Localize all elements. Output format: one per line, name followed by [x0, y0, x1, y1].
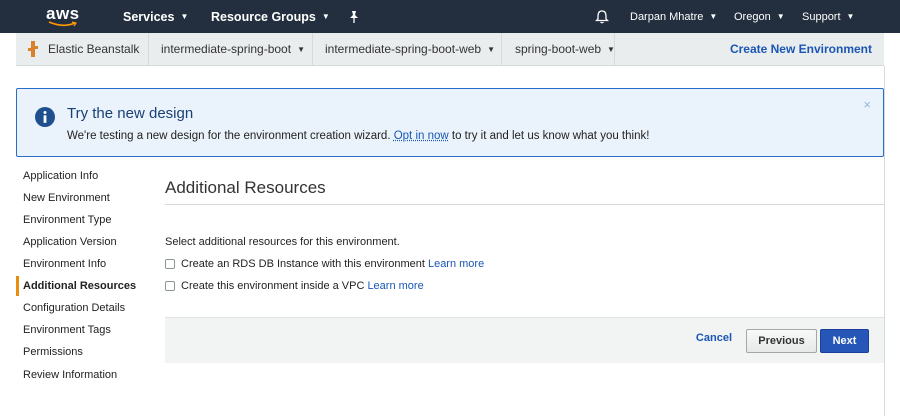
- account-menu[interactable]: Darpan Mhatre ▼: [630, 0, 717, 33]
- vpc-learn-more-link[interactable]: Learn more: [367, 280, 423, 292]
- aws-smile-icon: [48, 21, 77, 27]
- sidebar-item-permissions[interactable]: Permissions: [16, 342, 151, 362]
- vpc-option-label: Create this environment inside a VPC: [181, 280, 365, 292]
- banner-title: Try the new design: [67, 105, 194, 122]
- chevron-down-icon: ▼: [180, 12, 189, 21]
- content-border: [884, 66, 885, 416]
- chevron-down-icon: ▼: [709, 12, 718, 21]
- rds-option-label: Create an RDS DB Instance with this envi…: [181, 258, 425, 270]
- opt-in-link[interactable]: Opt in now: [394, 130, 449, 142]
- rds-learn-more-link[interactable]: Learn more: [428, 258, 484, 270]
- banner-text-before: We're testing a new design for the envir…: [67, 130, 394, 142]
- vpc-option: Create this environment inside a VPC Lea…: [165, 278, 424, 294]
- next-button[interactable]: Next: [820, 329, 869, 353]
- aws-logo[interactable]: aws: [46, 0, 80, 33]
- banner-text-after: to try it and let us know what you think…: [448, 130, 650, 142]
- chevron-down-icon: ▼: [297, 44, 305, 54]
- resource-groups-label: Resource Groups: [211, 9, 316, 24]
- banner-message: We're testing a new design for the envir…: [67, 130, 649, 142]
- cancel-button[interactable]: Cancel: [696, 332, 732, 344]
- chevron-down-icon: ▼: [846, 12, 855, 21]
- chevron-down-icon: ▼: [321, 12, 330, 21]
- sidebar-item-application-version[interactable]: Application Version: [16, 232, 151, 252]
- breadcrumb-service[interactable]: Elastic Beanstalk: [16, 33, 149, 65]
- sidebar-item-environment-tags[interactable]: Environment Tags: [16, 320, 151, 340]
- breadcrumb-environment-2[interactable]: spring-boot-web ▼: [502, 33, 615, 65]
- support-label: Support: [802, 10, 841, 23]
- pin-icon[interactable]: [348, 0, 360, 33]
- chevron-down-icon: ▼: [487, 44, 495, 54]
- info-icon: [35, 107, 55, 127]
- bell-icon[interactable]: [595, 0, 609, 33]
- support-menu[interactable]: Support ▼: [802, 0, 854, 33]
- breadcrumb: Elastic Beanstalk intermediate-spring-bo…: [16, 33, 884, 66]
- account-name: Darpan Mhatre: [630, 10, 704, 23]
- sidebar-item-review-information[interactable]: Review Information: [16, 365, 151, 385]
- rds-checkbox[interactable]: [165, 259, 175, 269]
- aws-logo-text: aws: [46, 4, 80, 23]
- region-menu[interactable]: Oregon ▼: [734, 0, 785, 33]
- rds-option: Create an RDS DB Instance with this envi…: [165, 256, 484, 272]
- close-icon[interactable]: ×: [863, 97, 871, 112]
- sidebar-item-new-environment[interactable]: New Environment: [16, 188, 151, 208]
- vpc-checkbox[interactable]: [165, 281, 175, 291]
- breadcrumb-application[interactable]: intermediate-spring-boot ▼: [149, 33, 313, 65]
- sidebar-item-configuration-details[interactable]: Configuration Details: [16, 298, 151, 318]
- breadcrumb-environment-label: intermediate-spring-boot-web: [325, 42, 482, 56]
- breadcrumb-environment[interactable]: intermediate-spring-boot-web ▼: [313, 33, 502, 65]
- breadcrumb-application-label: intermediate-spring-boot: [161, 42, 292, 56]
- chevron-down-icon: ▼: [776, 12, 785, 21]
- services-label: Services: [123, 9, 175, 24]
- wizard-actions-bar: Cancel Previous Next: [165, 317, 884, 363]
- services-menu[interactable]: Services ▼: [123, 0, 188, 33]
- breadcrumb-service-label: Elastic Beanstalk: [48, 42, 140, 56]
- sidebar-item-environment-info[interactable]: Environment Info: [16, 254, 151, 274]
- previous-button[interactable]: Previous: [746, 329, 817, 353]
- sidebar-item-application-info[interactable]: Application Info: [16, 166, 151, 186]
- title-divider: [165, 204, 884, 205]
- region-label: Oregon: [734, 10, 771, 23]
- breadcrumb-environment-2-label: spring-boot-web: [515, 42, 602, 56]
- chevron-down-icon: ▼: [607, 44, 615, 54]
- sidebar-item-additional-resources[interactable]: Additional Resources: [16, 276, 151, 296]
- section-description: Select additional resources for this env…: [165, 236, 400, 248]
- resource-groups-menu[interactable]: Resource Groups ▼: [211, 0, 330, 33]
- elastic-beanstalk-icon: [28, 41, 38, 57]
- page-title: Additional Resources: [165, 178, 326, 197]
- create-new-environment-link[interactable]: Create New Environment: [730, 33, 872, 65]
- sidebar-item-environment-type[interactable]: Environment Type: [16, 210, 151, 230]
- info-banner: Try the new design We're testing a new d…: [16, 88, 884, 157]
- top-navigation-bar: aws Services ▼ Resource Groups ▼ Darpan …: [0, 0, 900, 33]
